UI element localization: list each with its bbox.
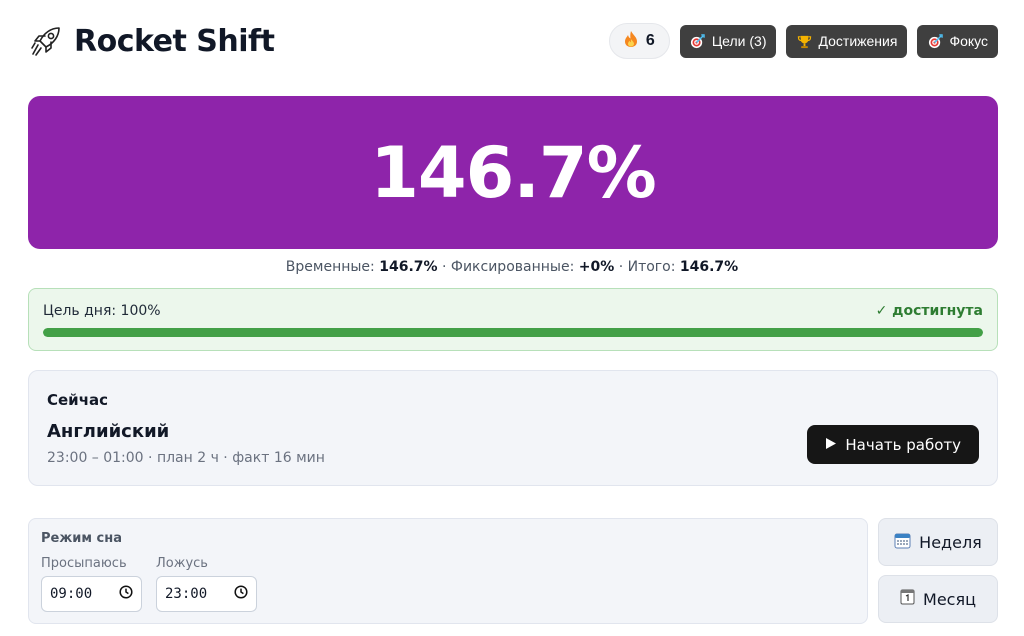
target-icon <box>927 33 943 49</box>
temporary-label: Временные: <box>285 259 375 275</box>
bed-field: Ложусь 23:00 <box>156 556 257 612</box>
start-work-label: Начать работу <box>845 435 961 454</box>
daily-goal-card: Цель дня: 100% ✓ достигнута <box>28 288 998 351</box>
goal-progress-fill <box>43 328 983 337</box>
streak-count: 6 <box>645 32 655 49</box>
goals-button[interactable]: Цели (3) <box>679 24 777 58</box>
summary-separator: · <box>442 259 447 275</box>
fixed-value: +0% <box>578 259 615 275</box>
current-task-card: Сейчас Английский 23:00 – 01:00 · план 2… <box>28 370 998 486</box>
goal-progress-bar <box>43 328 983 337</box>
sleep-schedule-card: Режим сна Просыпаюсь 09:00 Ложусь 23:00 <box>28 518 868 624</box>
wake-time-input[interactable]: 09:00 <box>41 576 142 612</box>
productivity-percent: 146.7% <box>370 131 657 214</box>
start-work-button[interactable]: Начать работу <box>807 425 979 464</box>
month-view-label: Месяц <box>923 589 976 609</box>
wake-field: Просыпаюсь 09:00 <box>41 556 142 612</box>
total-label: Итого: <box>627 259 676 275</box>
week-view-button[interactable]: Неделя <box>878 518 998 566</box>
rocket-icon <box>28 23 64 59</box>
app-logo: Rocket Shift <box>28 23 275 59</box>
temporary-value: 146.7% <box>379 259 438 275</box>
month-view-button[interactable]: Месяц <box>878 575 998 623</box>
focus-button-label: Фокус <box>949 33 988 49</box>
goals-button-label: Цели (3) <box>711 33 767 49</box>
daily-goal-label: Цель дня: 100% <box>43 303 161 319</box>
achievements-button[interactable]: Достижения <box>786 24 908 58</box>
current-section-title: Сейчас <box>47 391 109 409</box>
header-actions: 6 Цели (3) Достижения Фокус <box>608 23 998 59</box>
app-header: Rocket Shift 6 Цели (3) Достижения Фокус <box>28 20 998 62</box>
sleep-title: Режим сна <box>41 531 123 546</box>
bed-label: Ложусь <box>156 556 208 571</box>
week-view-label: Неделя <box>919 532 982 552</box>
clock-icon <box>119 585 133 603</box>
focus-button[interactable]: Фокус <box>917 24 998 58</box>
summary-separator: · <box>618 259 624 275</box>
wake-time-value: 09:00 <box>50 586 93 602</box>
productivity-summary: Временные: 146.7% · Фиксированные: +0% ·… <box>0 259 1024 275</box>
streak-counter[interactable]: 6 <box>608 23 670 59</box>
bed-time-value: 23:00 <box>165 586 208 602</box>
total-value: 146.7% <box>679 259 739 275</box>
app-title: Rocket Shift <box>74 23 275 59</box>
calendar-page-icon <box>900 589 915 609</box>
fixed-label: Фиксированные: <box>450 259 575 275</box>
calendar-icon <box>894 532 911 553</box>
wake-label: Просыпаюсь <box>41 556 127 571</box>
clock-icon <box>234 585 248 603</box>
achievements-button-label: Достижения <box>818 33 898 49</box>
goal-status-badge: ✓ достигнута <box>875 303 983 319</box>
play-icon <box>825 436 837 454</box>
fire-icon <box>624 30 638 53</box>
bed-time-input[interactable]: 23:00 <box>156 576 257 612</box>
target-icon <box>690 33 706 49</box>
trophy-icon <box>796 33 812 49</box>
productivity-hero: 146.7% <box>28 96 998 249</box>
